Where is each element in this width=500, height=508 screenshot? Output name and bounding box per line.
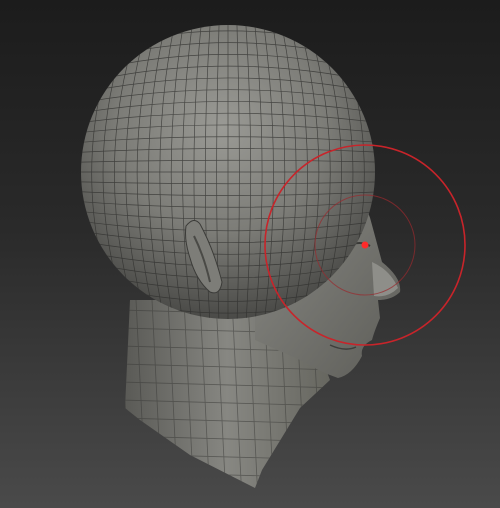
brush-focal-point — [361, 241, 369, 249]
sculpt-viewport[interactable] — [0, 0, 500, 508]
viewport-canvas[interactable] — [0, 0, 500, 508]
